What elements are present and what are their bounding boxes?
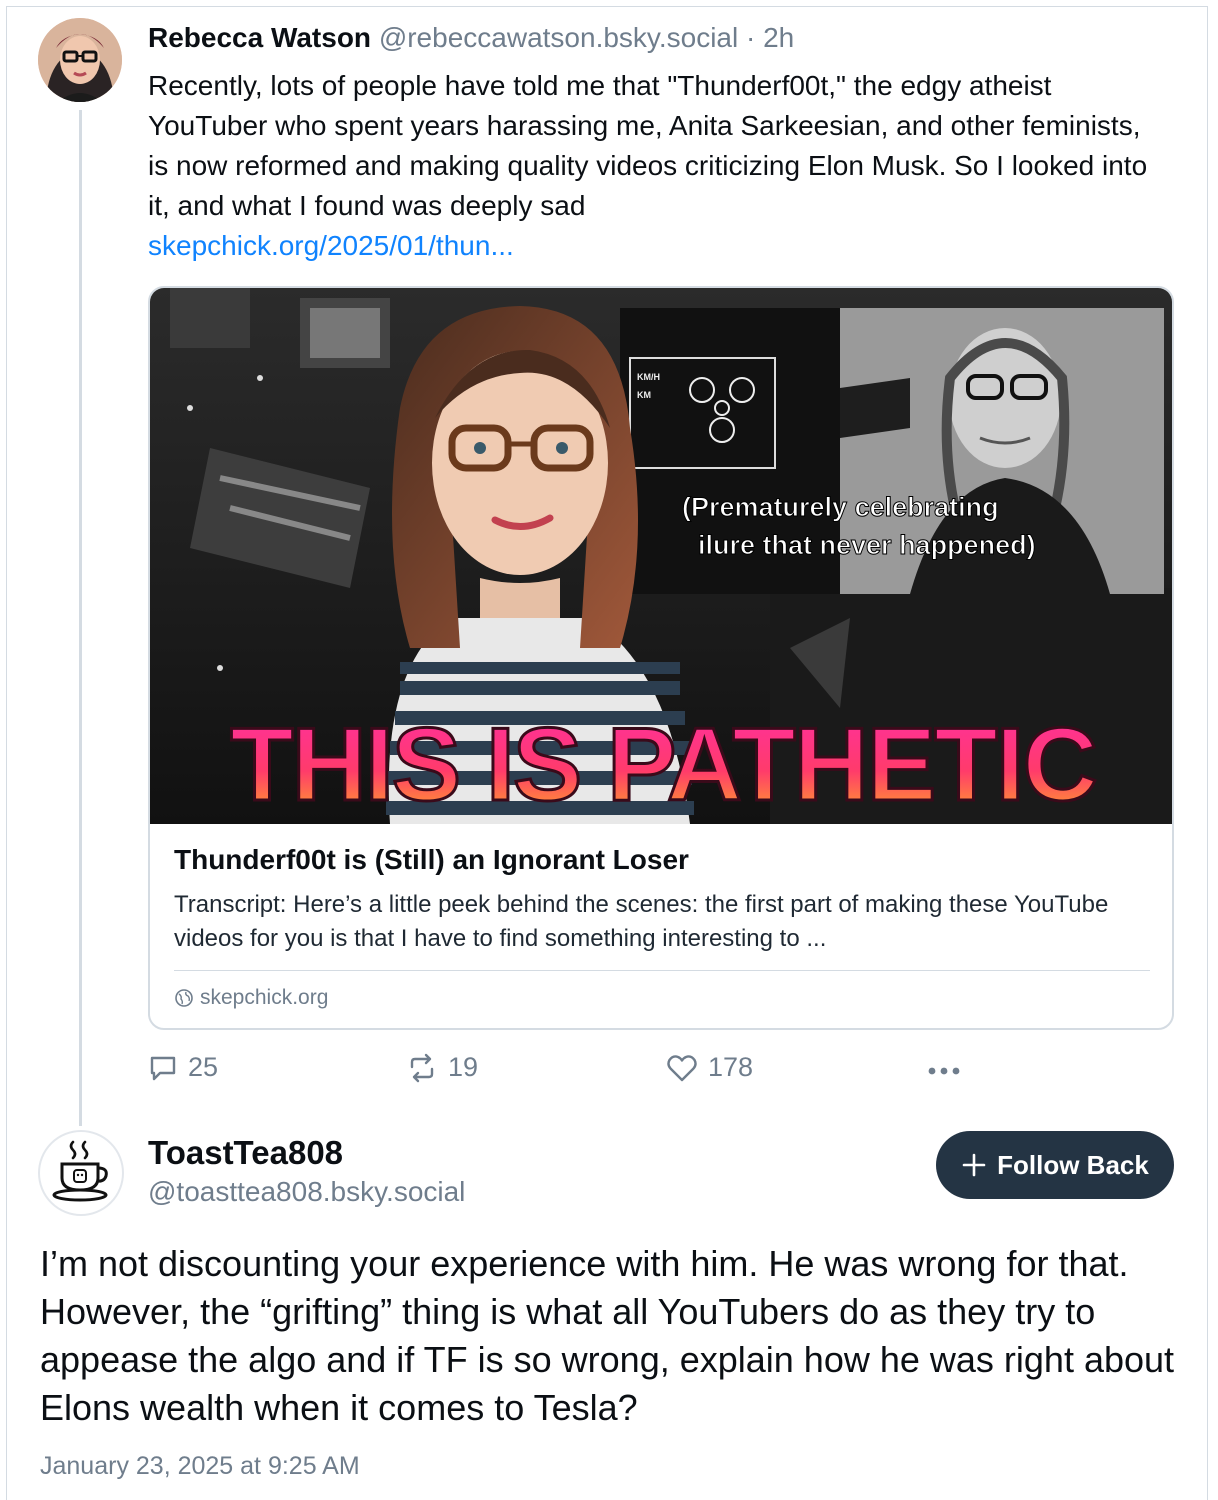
like-count: 178 [708, 1052, 754, 1082]
post-actions: 25 19 178 [148, 1052, 988, 1088]
heart-icon [667, 1054, 697, 1081]
more-icon [928, 1067, 960, 1075]
avatar[interactable] [38, 18, 122, 102]
thumbnail-small-label-2: KM [637, 390, 651, 400]
post-header: Rebecca Watson @rebeccawatson.bsky.socia… [148, 20, 794, 56]
reply-icon [150, 1056, 176, 1080]
thumbnail-caption-line2: ilure that never happened) [698, 530, 1036, 560]
more-options-button[interactable] [926, 1056, 966, 1086]
link-card-divider [174, 970, 1150, 971]
follow-back-label: Follow Back [997, 1149, 1149, 1180]
plus-icon [962, 1153, 986, 1177]
reply-author-name[interactable]: ToastTea808 [148, 1134, 343, 1172]
post-text-block: Recently, lots of people have told me th… [148, 66, 1158, 266]
author-name[interactable]: Rebecca Watson [148, 22, 371, 53]
repost-count: 19 [448, 1052, 479, 1082]
follow-back-button[interactable]: Follow Back [936, 1131, 1174, 1199]
author-handle[interactable]: @rebeccawatson.bsky.social [379, 22, 738, 53]
link-card-thumbnail: KM/H KM (Prematurely celebrating ilure t… [150, 288, 1172, 825]
repost-icon [410, 1053, 434, 1082]
reply-count: 25 [188, 1052, 219, 1082]
link-card-title: Thunderf00t is (Still) an Ignorant Loser [174, 844, 689, 875]
thumbnail-caption-line1: (Prematurely celebrating [682, 492, 999, 522]
link-card[interactable]: KM/H KM (Prematurely celebrating ilure t… [148, 286, 1174, 1030]
post-time[interactable]: 2h [763, 22, 794, 53]
reply-timestamp: January 23, 2025 at 9:25 AM [40, 1452, 360, 1480]
repost-button[interactable]: 19 [406, 1052, 478, 1083]
like-button[interactable]: 178 [666, 1052, 753, 1083]
time-separator: · [738, 22, 764, 53]
link-card-domain: skepchick.org [174, 986, 328, 1010]
globe-icon [175, 989, 193, 1007]
thread-line [79, 110, 82, 1126]
reply-text: I’m not discounting your experience with… [40, 1243, 1175, 1428]
reply-button[interactable]: 25 [148, 1052, 218, 1083]
reply-author-handle[interactable]: @toasttea808.bsky.social [148, 1176, 465, 1208]
thumbnail-image: KM/H KM (Prematurely celebrating ilure t… [150, 288, 1172, 825]
reply-avatar[interactable] [38, 1130, 124, 1216]
thumbnail-small-label-1: KM/H [637, 372, 660, 382]
link-card-domain-text: skepchick.org [200, 986, 329, 1009]
teacup-icon [52, 1140, 108, 1202]
post-link[interactable]: skepchick.org/2025/01/thun... [148, 226, 1158, 266]
link-card-description: Transcript: Here’s a little peek behind … [174, 891, 1109, 952]
post-text: Recently, lots of people have told me th… [148, 70, 1148, 221]
thumbnail-headline: THIS IS PATHETIC [230, 707, 1096, 823]
